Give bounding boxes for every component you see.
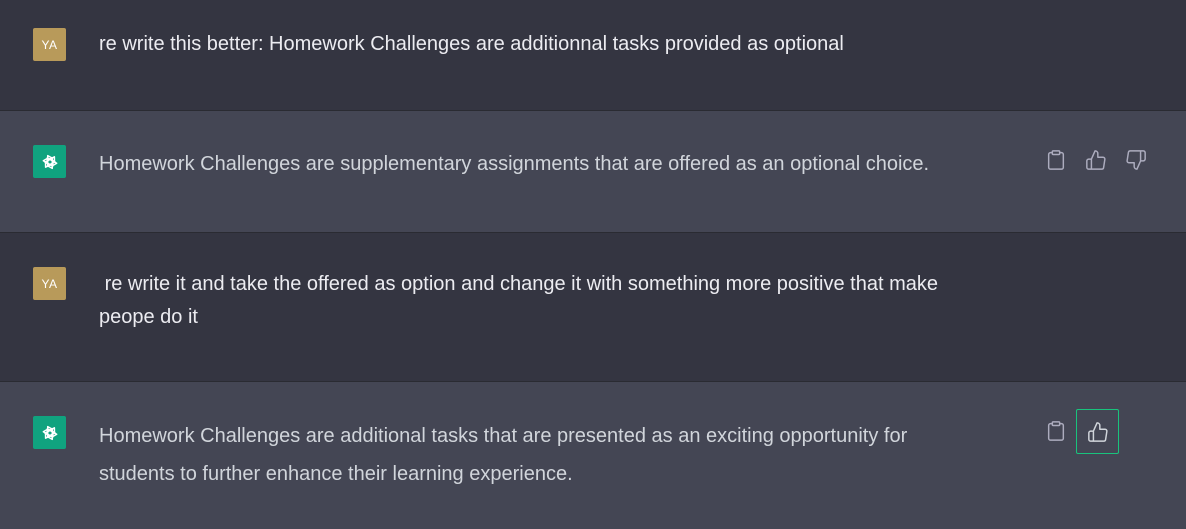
thumbs-up-button-selected[interactable] xyxy=(1076,409,1119,454)
copy-button[interactable] xyxy=(1036,139,1076,181)
thumbs-down-button[interactable] xyxy=(1116,139,1156,181)
avatar-initials: YA xyxy=(41,37,58,52)
message-row-assistant: Homework Challenges are additional tasks… xyxy=(0,381,1186,529)
message-row-user: YA re write this better: Homework Challe… xyxy=(0,0,1186,110)
copy-icon xyxy=(1047,150,1065,170)
message-actions xyxy=(1036,139,1156,181)
copy-button[interactable] xyxy=(1036,410,1076,452)
thumbs-up-button[interactable] xyxy=(1076,139,1116,181)
user-message-text: re write it and take the offered as opti… xyxy=(99,273,938,328)
thumbs-up-icon xyxy=(1086,150,1106,170)
openai-logo-icon xyxy=(42,154,57,169)
message-row-assistant: Homework Challenges are supplementary as… xyxy=(0,110,1186,232)
assistant-avatar xyxy=(33,416,66,449)
user-message-text: re write this better: Homework Challenge… xyxy=(99,33,844,55)
copy-icon xyxy=(1047,421,1065,441)
message-row-user: YA re write it and take the offered as o… xyxy=(0,232,1186,381)
thumbs-up-icon xyxy=(1087,421,1108,442)
assistant-message-text: Homework Challenges are supplementary as… xyxy=(99,153,930,175)
user-avatar: YA xyxy=(33,28,66,61)
message-actions xyxy=(1036,409,1119,454)
assistant-message-text: Homework Challenges are additional tasks… xyxy=(99,425,908,485)
openai-logo-icon xyxy=(42,425,57,440)
avatar-initials: YA xyxy=(41,276,58,291)
assistant-avatar xyxy=(33,145,66,178)
user-avatar: YA xyxy=(33,267,66,300)
thumbs-down-icon xyxy=(1126,150,1146,170)
